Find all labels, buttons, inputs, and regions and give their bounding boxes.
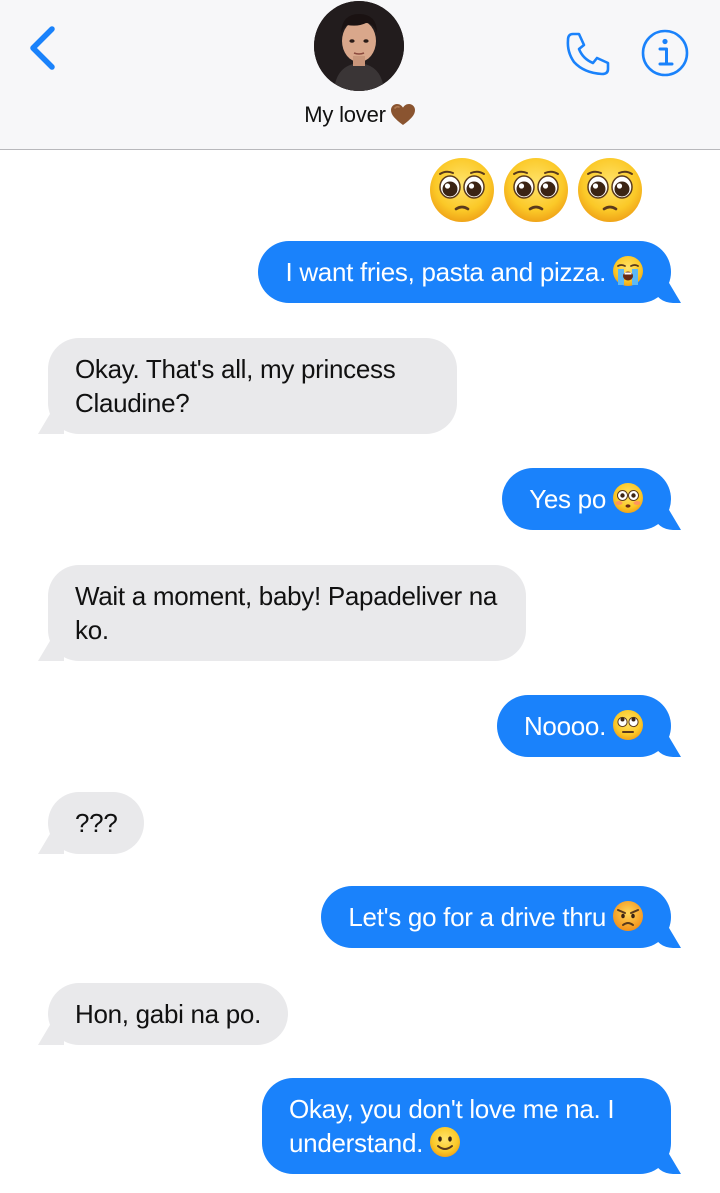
pleading-face-icon <box>504 158 568 222</box>
emoji-message[interactable] <box>428 156 644 224</box>
outgoing-message[interactable]: I want fries, pasta and pizza. <box>258 241 671 303</box>
phone-icon <box>566 32 610 76</box>
flushed-face-icon <box>613 483 643 513</box>
message-thread[interactable]: I want fries, pasta and pizza. Okay. Tha… <box>0 150 720 1193</box>
incoming-message[interactable]: ??? <box>48 792 145 854</box>
angry-face-icon <box>613 901 643 931</box>
message-text: Noooo. <box>523 711 606 741</box>
face-with-rolling-eyes-icon <box>613 710 643 740</box>
message-text: Okay. That's all, my princess Claudine? <box>75 354 396 418</box>
message-text: Wait a moment, baby! Papadeliver na ko. <box>75 581 498 645</box>
message-text: Hon, gabi na po. <box>75 999 262 1029</box>
outgoing-message[interactable]: Yes po <box>502 468 671 530</box>
back-button[interactable] <box>22 24 66 74</box>
info-button[interactable] <box>640 28 690 78</box>
outgoing-message[interactable]: Okay, you don't love me na. I understand… <box>262 1078 671 1174</box>
contact-name: My lover <box>304 102 386 127</box>
incoming-message[interactable]: Hon, gabi na po. <box>48 983 289 1045</box>
call-button[interactable] <box>562 28 614 80</box>
message-text: Yes po <box>529 484 606 514</box>
slightly-smiling-face-icon <box>430 1127 461 1157</box>
contact-avatar[interactable] <box>314 1 404 91</box>
message-text: ??? <box>75 808 118 838</box>
info-icon <box>641 29 689 77</box>
pleading-face-icon <box>430 158 494 222</box>
pleading-face-icon <box>578 158 642 222</box>
contact-name-row[interactable]: My lover <box>0 102 720 128</box>
avatar-photo <box>314 1 404 91</box>
chevron-left-icon <box>30 26 55 70</box>
incoming-message[interactable]: Wait a moment, baby! Papadeliver na ko. <box>48 565 526 661</box>
loudly-crying-face-icon <box>613 256 643 286</box>
brown-heart-icon <box>390 103 416 127</box>
outgoing-message[interactable]: Noooo. <box>496 695 671 757</box>
outgoing-message[interactable]: Let's go for a drive thru <box>321 886 671 948</box>
message-text: Let's go for a drive thru <box>348 902 606 932</box>
incoming-message[interactable]: Okay. That's all, my princess Claudine? <box>48 338 457 434</box>
conversation-header: My lover <box>0 0 720 150</box>
message-text: I want fries, pasta and pizza. <box>285 257 606 287</box>
